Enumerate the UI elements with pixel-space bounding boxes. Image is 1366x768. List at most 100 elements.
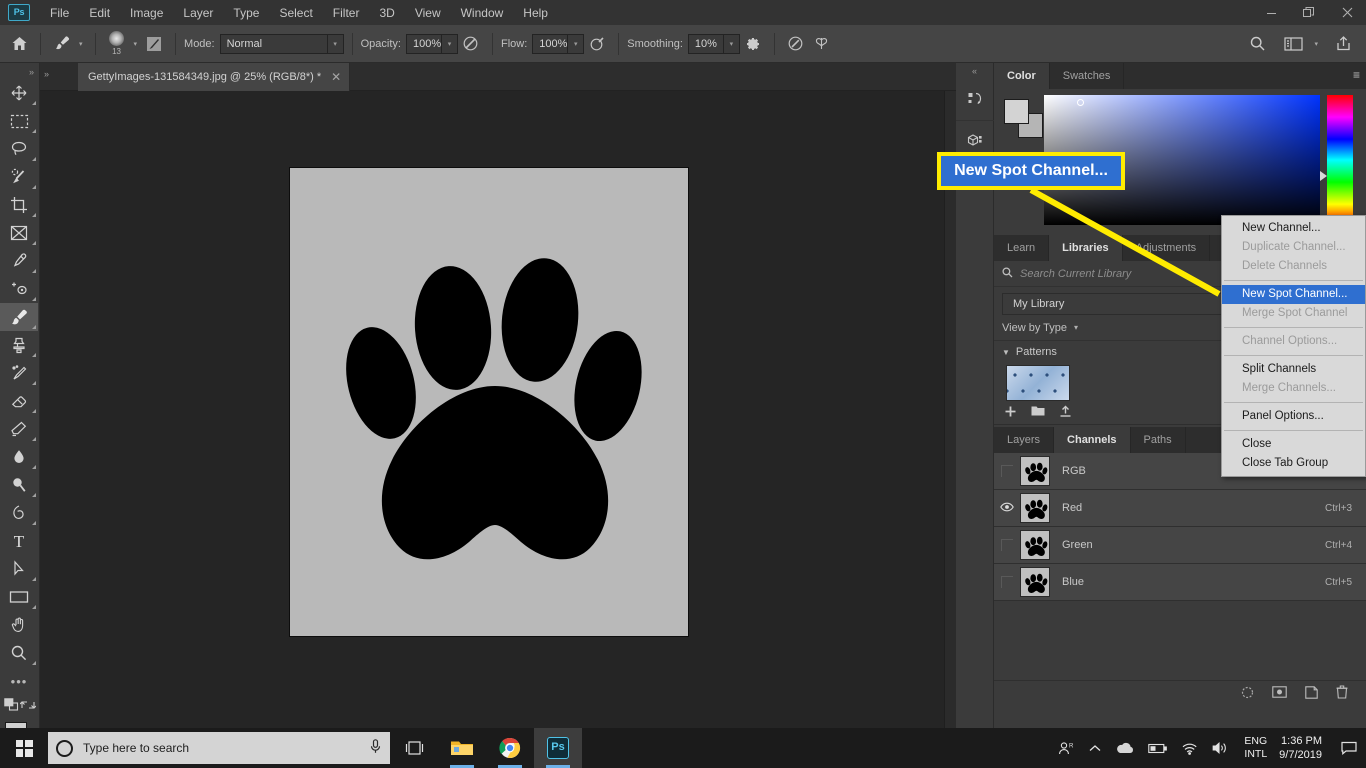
image-canvas[interactable] (289, 167, 689, 637)
pen-tool[interactable] (0, 499, 38, 527)
chevron-down-icon[interactable]: ▾ (134, 40, 138, 48)
menu-item-close-tab-group[interactable]: Close Tab Group (1222, 454, 1365, 473)
tab-adjustments[interactable]: Adjustments (1123, 235, 1211, 261)
channel-visibility-toggle[interactable] (994, 576, 1020, 588)
tab-learn[interactable]: Learn (994, 235, 1050, 261)
menu-window[interactable]: Window (451, 3, 514, 23)
add-content-icon[interactable] (1004, 405, 1017, 421)
more-tools-button[interactable]: ••• (0, 667, 38, 695)
eyedropper-tool[interactable] (0, 247, 38, 275)
quick-selection-tool[interactable] (0, 163, 38, 191)
color-panel-swatches[interactable] (1002, 97, 1046, 141)
language-indicator[interactable]: ENG INTL (1236, 735, 1275, 761)
menu-file[interactable]: File (40, 3, 79, 23)
minimize-button[interactable] (1252, 0, 1290, 25)
new-group-icon[interactable] (1031, 405, 1045, 420)
library-item-pattern[interactable] (1006, 365, 1070, 401)
spot-healing-brush-tool[interactable] (0, 275, 38, 303)
menu-item-split-channels[interactable]: Split Channels (1222, 360, 1365, 379)
collapse-toolbar-icon[interactable]: » (0, 67, 39, 79)
close-button[interactable] (1328, 0, 1366, 25)
lasso-tool[interactable] (0, 135, 38, 163)
channel-visibility-toggle[interactable] (994, 465, 1020, 477)
dodge-tool[interactable] (0, 471, 38, 499)
menu-help[interactable]: Help (513, 3, 558, 23)
load-channel-as-selection-icon[interactable] (1241, 686, 1254, 702)
flow-input[interactable]: 100% ▾ (532, 33, 585, 54)
canvas-area[interactable]: 25% Doc: 8.58M/6.00M ❯ (40, 91, 956, 768)
share-icon[interactable] (1330, 31, 1356, 57)
hue-slider[interactable] (1327, 95, 1353, 225)
task-view-icon[interactable] (390, 728, 438, 768)
crop-tool[interactable] (0, 191, 38, 219)
rectangle-tool[interactable] (0, 583, 38, 611)
onedrive-cloud-icon[interactable] (1108, 742, 1141, 754)
tab-layers[interactable]: Layers (994, 427, 1055, 453)
restore-button[interactable] (1290, 0, 1328, 25)
hand-tool[interactable] (0, 611, 38, 639)
tab-channels[interactable]: Channels (1054, 427, 1131, 453)
windows-start-icon[interactable] (0, 728, 48, 768)
volume-icon[interactable] (1205, 741, 1236, 755)
airbrush-icon[interactable] (584, 31, 610, 57)
menu-item-close[interactable]: Close (1222, 435, 1365, 454)
foreground-color-swatch[interactable] (1004, 99, 1029, 124)
channel-row-green[interactable]: Green Ctrl+4 (994, 527, 1366, 564)
microphone-icon[interactable] (369, 739, 382, 757)
blend-mode-select[interactable]: Normal ▾ (219, 33, 344, 54)
blur-tool[interactable] (0, 443, 38, 471)
photoshop-icon[interactable]: Ps (534, 728, 582, 768)
opacity-input[interactable]: 100% ▾ (405, 33, 458, 54)
google-chrome-icon[interactable] (486, 728, 534, 768)
tab-color[interactable]: Color (994, 63, 1050, 89)
pressure-opacity-icon[interactable] (458, 31, 484, 57)
screen-mode-icon[interactable] (19, 698, 37, 715)
history-panel-icon[interactable] (956, 79, 994, 121)
frame-tool[interactable] (0, 219, 38, 247)
tab-paths[interactable]: Paths (1131, 427, 1186, 453)
gradient-tool[interactable] (0, 415, 38, 443)
expand-panels-icon[interactable]: » (44, 69, 49, 79)
menu-edit[interactable]: Edit (79, 3, 120, 23)
save-selection-as-channel-icon[interactable] (1272, 686, 1287, 701)
home-icon[interactable] (6, 31, 32, 57)
clock[interactable]: 1:36 PM 9/7/2019 (1275, 734, 1332, 762)
pressure-size-icon[interactable] (783, 31, 809, 57)
menu-type[interactable]: Type (223, 3, 269, 23)
gear-icon[interactable] (740, 31, 766, 57)
move-tool[interactable] (0, 79, 38, 107)
collapse-panels-icon[interactable]: « (956, 63, 993, 79)
channel-visibility-toggle[interactable] (994, 502, 1020, 515)
delete-channel-icon[interactable] (1336, 685, 1348, 702)
brush-panel-icon[interactable] (141, 31, 167, 57)
tab-libraries[interactable]: Libraries (1049, 235, 1123, 261)
workspace-icon[interactable] (1280, 31, 1306, 57)
create-new-channel-icon[interactable] (1305, 685, 1318, 702)
document-tab[interactable]: GettyImages-131584349.jpg @ 25% (RGB/8*)… (78, 63, 351, 91)
history-brush-tool[interactable] (0, 359, 38, 387)
clone-stamp-tool[interactable] (0, 331, 38, 359)
quick-mask-icon[interactable] (4, 698, 20, 715)
rectangular-marquee-tool[interactable] (0, 107, 38, 135)
menu-select[interactable]: Select (269, 3, 322, 23)
chevron-down-icon[interactable]: ▾ (79, 40, 83, 48)
menu-item-new-spot-channel[interactable]: New Spot Channel... (1222, 285, 1365, 304)
upload-icon[interactable] (1059, 405, 1072, 421)
show-hidden-icons-chevron[interactable] (1082, 744, 1108, 753)
channel-row-blue[interactable]: Blue Ctrl+5 (994, 564, 1366, 601)
path-selection-tool[interactable] (0, 555, 38, 583)
brush-preset-picker[interactable]: 13 (104, 29, 130, 59)
type-tool[interactable]: T (0, 527, 38, 555)
search-icon[interactable] (1244, 31, 1270, 57)
panel-menu-icon[interactable]: ≡ (1353, 69, 1360, 81)
butterfly-symmetry-icon[interactable] (809, 31, 835, 57)
menu-image[interactable]: Image (120, 3, 173, 23)
menu-layer[interactable]: Layer (173, 3, 223, 23)
tab-swatches[interactable]: Swatches (1050, 63, 1125, 89)
menu-filter[interactable]: Filter (323, 3, 370, 23)
channel-row-red[interactable]: Red Ctrl+3 (994, 490, 1366, 527)
brush-tool[interactable] (0, 303, 38, 331)
wifi-icon[interactable] (1174, 742, 1205, 755)
chevron-down-icon[interactable]: ▾ (1314, 40, 1318, 48)
menu-item-new-channel[interactable]: New Channel... (1222, 219, 1365, 238)
